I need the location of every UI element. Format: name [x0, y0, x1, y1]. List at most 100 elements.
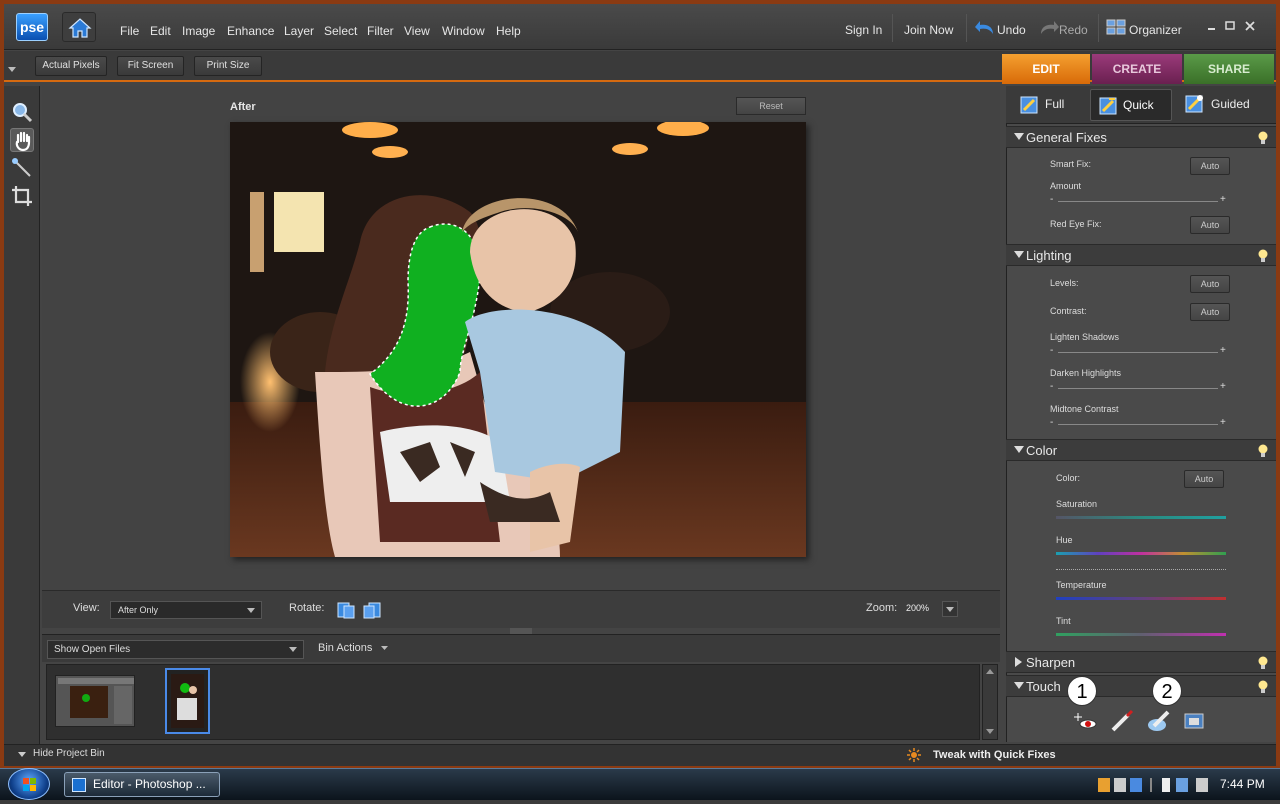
- lightbulb-icon[interactable]: [1258, 444, 1268, 458]
- menu-image[interactable]: Image: [182, 24, 215, 38]
- hand-tool[interactable]: [10, 128, 34, 152]
- sign-in-link[interactable]: Sign In: [845, 23, 882, 37]
- menu-window[interactable]: Window: [442, 24, 485, 38]
- chevron-down-icon: [247, 608, 255, 613]
- quick-selection-tool[interactable]: [10, 156, 34, 180]
- smart-fix-auto-button[interactable]: Auto: [1190, 157, 1230, 175]
- lighten-shadows-slider[interactable]: [1058, 352, 1218, 353]
- zoom-dropdown[interactable]: [942, 601, 958, 617]
- lighten-minus: -: [1050, 345, 1054, 356]
- bin-scrollbar[interactable]: [982, 664, 998, 740]
- contrast-auto-button[interactable]: Auto: [1190, 303, 1230, 321]
- volume-icon[interactable]: [1196, 778, 1208, 792]
- fit-screen-button[interactable]: Fit Screen: [117, 56, 184, 76]
- hide-project-bin-button[interactable]: Hide Project Bin: [33, 748, 105, 759]
- undo-icon[interactable]: [974, 19, 996, 40]
- color-header[interactable]: Color: [1006, 439, 1276, 461]
- lightbulb-icon[interactable]: [1258, 131, 1268, 145]
- lightbulb-icon[interactable]: [1258, 249, 1268, 263]
- sharpen-header[interactable]: Sharpen: [1006, 651, 1276, 673]
- red-eye-tool-icon[interactable]: [1074, 711, 1098, 733]
- divider: [1056, 569, 1226, 570]
- bin-thumbnail-selected[interactable]: [165, 668, 210, 734]
- quick-pencil-icon: [1099, 97, 1117, 115]
- temperature-slider[interactable]: [1056, 597, 1226, 600]
- chevron-down-icon[interactable]: [8, 62, 16, 76]
- maximize-icon[interactable]: [1224, 20, 1236, 32]
- minimize-icon[interactable]: [1206, 20, 1218, 32]
- hue-slider[interactable]: [1056, 552, 1226, 555]
- saturation-slider[interactable]: [1056, 516, 1226, 519]
- subtab-quick-label: Quick: [1123, 98, 1154, 112]
- lighting-title: Lighting: [1026, 248, 1072, 263]
- menu-enhance[interactable]: Enhance: [227, 24, 274, 38]
- organizer-button[interactable]: Organizer: [1129, 23, 1182, 37]
- expand-triangle-icon: [1014, 446, 1024, 453]
- general-fixes-header[interactable]: General Fixes: [1006, 126, 1276, 148]
- separator: [1098, 14, 1099, 42]
- crop-tool[interactable]: [10, 184, 34, 208]
- tray-icon[interactable]: [1098, 778, 1110, 792]
- subtab-quick[interactable]: Quick: [1090, 89, 1172, 121]
- view-select[interactable]: After Only: [110, 601, 262, 619]
- amount-slider[interactable]: [1058, 201, 1218, 202]
- actual-pixels-button[interactable]: Actual Pixels: [35, 56, 107, 76]
- start-button[interactable]: [8, 768, 50, 800]
- print-size-button[interactable]: Print Size: [194, 56, 262, 76]
- tab-share[interactable]: SHARE: [1184, 54, 1274, 84]
- tab-edit[interactable]: EDIT: [1002, 54, 1090, 84]
- bin-select[interactable]: Show Open Files: [47, 640, 304, 659]
- whiten-teeth-brush-icon[interactable]: [1110, 709, 1134, 733]
- menu-file[interactable]: File: [120, 24, 139, 38]
- redo-icon[interactable]: [1038, 19, 1060, 40]
- rotate-right-icon[interactable]: [362, 600, 382, 620]
- black-and-white-icon[interactable]: [1184, 712, 1206, 730]
- rotate-left-icon[interactable]: [336, 600, 356, 620]
- tray-icon[interactable]: [1114, 778, 1126, 792]
- sharpen-title: Sharpen: [1026, 655, 1076, 670]
- photo[interactable]: [230, 122, 806, 557]
- menu-filter[interactable]: Filter: [367, 24, 394, 38]
- menu-view[interactable]: View: [404, 24, 430, 38]
- undo-button[interactable]: Undo: [997, 23, 1026, 37]
- levels-auto-button[interactable]: Auto: [1190, 275, 1230, 293]
- network-icon[interactable]: [1176, 778, 1188, 792]
- blue-sky-brush-icon[interactable]: [1146, 708, 1172, 734]
- redo-button[interactable]: Redo: [1059, 23, 1088, 37]
- chevron-down-icon[interactable]: [18, 752, 26, 758]
- menu-select[interactable]: Select: [324, 24, 357, 38]
- lightbulb-icon[interactable]: [1258, 656, 1268, 670]
- tab-create[interactable]: CREATE: [1092, 54, 1182, 84]
- join-now-link[interactable]: Join Now: [904, 23, 953, 37]
- red-eye-auto-button[interactable]: Auto: [1190, 216, 1230, 234]
- subtab-guided[interactable]: Guided: [1180, 89, 1272, 121]
- menu-edit[interactable]: Edit: [150, 24, 171, 38]
- menu-layer[interactable]: Layer: [284, 24, 314, 38]
- darken-highlights-slider[interactable]: [1058, 388, 1218, 389]
- menu-help[interactable]: Help: [496, 24, 521, 38]
- zoom-label: Zoom:: [866, 602, 898, 614]
- taskbar-app-button[interactable]: Editor - Photoshop ...: [64, 772, 220, 797]
- battery-icon[interactable]: [1162, 778, 1170, 792]
- tint-slider[interactable]: [1056, 633, 1226, 636]
- lighting-header[interactable]: Lighting: [1006, 244, 1276, 266]
- bin-thumbnail[interactable]: [55, 675, 135, 727]
- reset-button[interactable]: Reset: [736, 97, 806, 115]
- clock[interactable]: 7:44 PM: [1220, 777, 1265, 791]
- close-icon[interactable]: [1244, 20, 1256, 32]
- tray-icon[interactable]: [1130, 778, 1142, 792]
- lightbulb-icon[interactable]: [1258, 680, 1268, 694]
- general-fixes-title: General Fixes: [1026, 130, 1107, 145]
- organizer-icon[interactable]: [1106, 18, 1126, 39]
- zoom-value[interactable]: 200%: [906, 603, 929, 613]
- chevron-down-icon: [381, 646, 388, 650]
- photo-image: [230, 122, 806, 557]
- home-button[interactable]: [62, 12, 96, 42]
- subtab-full[interactable]: Full: [1012, 89, 1084, 121]
- bin-select-value: Show Open Files: [54, 644, 131, 655]
- zoom-tool[interactable]: [10, 100, 34, 124]
- touch-up-header[interactable]: Touch: [1006, 675, 1276, 697]
- color-auto-button[interactable]: Auto: [1184, 470, 1224, 488]
- midtone-contrast-slider[interactable]: [1058, 424, 1218, 425]
- bin-actions-menu[interactable]: Bin Actions: [318, 642, 372, 654]
